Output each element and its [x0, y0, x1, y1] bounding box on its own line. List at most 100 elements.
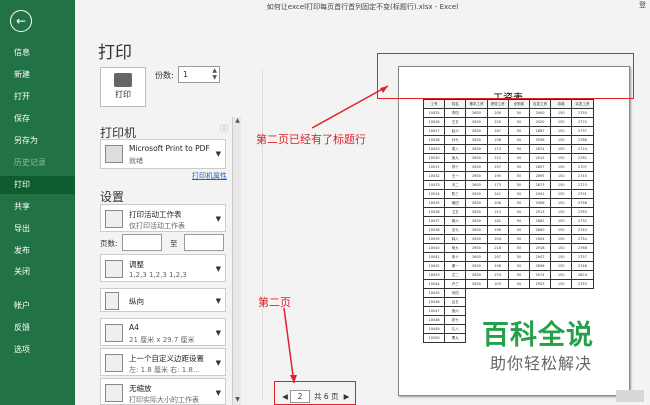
preview-cell: [529, 298, 550, 307]
preview-cell: 2895: [528, 171, 552, 181]
preview-cell: 王一: [444, 171, 467, 181]
paper-size-dropdown[interactable]: A4 21 厘米 x 29.7 厘米 ▼: [100, 318, 226, 346]
preview-cell: 50: [507, 162, 530, 172]
printer-dropdown[interactable]: Microsoft Print to PDF 就绪 ▼: [100, 139, 226, 169]
preview-cell: 50: [507, 144, 530, 154]
preview-cell: 50: [507, 108, 530, 118]
preview-row: 10033 冯二 2650 173 50 2873 150 2723: [422, 180, 594, 190]
preview-cell: 10040: [422, 243, 446, 253]
preview-cell: 2650: [465, 144, 488, 154]
preview-cell: 2650: [465, 234, 488, 244]
preview-row: 10027 赵六 2650 187 50 2887 150 2737: [422, 126, 594, 136]
nav-options[interactable]: 选项: [0, 341, 75, 359]
nav-print[interactable]: 打印: [0, 176, 75, 194]
preview-cell: 郑十: [444, 162, 467, 172]
printer-icon: [114, 73, 132, 87]
nav-close[interactable]: 关闭: [0, 263, 75, 281]
preview-cell: 2762: [571, 153, 594, 163]
back-arrow-icon[interactable]: ←: [10, 10, 32, 32]
preview-cell: 241: [486, 189, 509, 199]
collate-icon: [105, 260, 123, 278]
preview-cell: 50: [507, 117, 530, 127]
nav-export[interactable]: 导出: [0, 220, 75, 238]
page-number-input[interactable]: 2: [290, 390, 310, 403]
preview-cell: 150: [550, 207, 573, 217]
preview-cell: 150: [550, 153, 573, 163]
nav-feedback[interactable]: 反馈: [0, 319, 75, 337]
zoom-controls[interactable]: [616, 390, 644, 402]
preview-cell: 150: [550, 234, 573, 244]
preview-cell: 50: [507, 234, 530, 244]
spinner-arrows-icon[interactable]: ▲ ▼: [212, 67, 217, 81]
preview-cell: 2768: [571, 243, 594, 253]
preview-cell: 2732: [571, 216, 594, 226]
copies-value: 1: [183, 70, 189, 79]
pages-to-input[interactable]: [184, 234, 224, 251]
prev-page-icon[interactable]: ◀: [280, 392, 290, 401]
scroll-down-icon[interactable]: ▼: [233, 396, 242, 405]
preview-cell: 周八: [444, 144, 467, 154]
preview-cell: 200: [486, 108, 509, 118]
preview-cell: 2650: [465, 261, 488, 271]
nav-share[interactable]: 共享: [0, 198, 75, 216]
nav-new[interactable]: 新建: [0, 66, 75, 84]
preview-cell: 10043: [422, 270, 446, 280]
preview-cell: 2745: [571, 171, 594, 181]
preview-row: 10042 秦一 2650 196 50 2896 150 2746: [422, 261, 594, 271]
margins-dropdown[interactable]: 上一个自定义边距设置 左: 1.8 厘米 右: 1.8... ▼: [100, 348, 226, 376]
preview-cell: 207: [486, 252, 509, 262]
preview-cell: 沈七: [444, 225, 467, 235]
preview-cell: 2650: [465, 279, 488, 289]
preview-row: 10034 陈三 2650 241 50 2941 150 2791: [422, 189, 594, 199]
preview-row: 10040 杨九 2650 218 50 2918 150 2768: [422, 243, 594, 253]
orientation-dropdown[interactable]: 纵向 ▼: [100, 288, 226, 312]
next-page-icon[interactable]: ▶: [342, 392, 352, 401]
collate-dropdown[interactable]: 调整 1,2,3 1,2,3 1,2,3 ▼: [100, 254, 226, 282]
nav-account[interactable]: 帐户: [0, 297, 75, 315]
preview-row: 10041 朱十 2650 207 50 2907 150 2757: [422, 252, 594, 262]
preview-cell: [572, 298, 593, 307]
preview-cell: 2904: [528, 234, 552, 244]
print-button[interactable]: 打印: [100, 67, 146, 107]
margins-sub: 左: 1.8 厘米 右: 1.8...: [129, 366, 200, 374]
preview-cell: [551, 298, 572, 307]
nav-info[interactable]: 信息: [0, 44, 75, 62]
preview-cell: 50: [507, 252, 530, 262]
scaling-dropdown[interactable]: 无缩放 打印实际大小的工作表 ▼: [100, 378, 226, 405]
copies-label: 份数:: [155, 71, 174, 80]
preview-cell: 150: [550, 117, 573, 127]
settings-scrollbar[interactable]: ▲ ▼: [232, 117, 241, 405]
preview-cell: 10029: [422, 144, 446, 154]
scaling-icon: [105, 384, 123, 402]
copies-input[interactable]: 1 ▲ ▼: [178, 66, 220, 83]
preview-cell: 秦一: [444, 261, 467, 271]
preview-cell: 212: [486, 153, 509, 163]
printer-properties-link[interactable]: 打印机属性: [192, 171, 227, 181]
preview-cell: 2650: [465, 117, 488, 127]
preview-cell: 2650: [465, 225, 488, 235]
preview-cell: [572, 289, 593, 298]
header-cell: 扣款: [550, 99, 573, 109]
nav-save[interactable]: 保存: [0, 110, 75, 128]
preview-cell: 2650: [465, 198, 488, 208]
preview-cell: 150: [550, 216, 573, 226]
sign-in-link[interactable]: 登: [639, 0, 646, 10]
print-scope-dropdown[interactable]: 打印活动工作表 仅打印活动工作表 ▼: [100, 204, 226, 232]
nav-open[interactable]: 打开: [0, 88, 75, 106]
pages-from-input[interactable]: [122, 234, 162, 251]
preview-cell: 10036: [422, 207, 446, 217]
info-icon[interactable]: ⓘ: [220, 123, 228, 134]
preview-cell: 2763: [571, 207, 594, 217]
print-button-label: 打印: [115, 90, 131, 99]
scroll-up-icon[interactable]: ▲: [233, 117, 242, 126]
preview-cell: 50: [507, 180, 530, 190]
preview-cell: 150: [550, 270, 573, 280]
preview-cell: 213: [486, 207, 509, 217]
preview-cell: 2754: [571, 234, 594, 244]
preview-cell: 2753: [571, 279, 594, 289]
nav-save-as[interactable]: 另存为: [0, 132, 75, 150]
preview-cell: 何四: [444, 288, 467, 298]
preview-cell: 2896: [528, 261, 552, 271]
watermark-logo: 百科全说: [482, 320, 594, 351]
nav-publish[interactable]: 发布: [0, 242, 75, 260]
